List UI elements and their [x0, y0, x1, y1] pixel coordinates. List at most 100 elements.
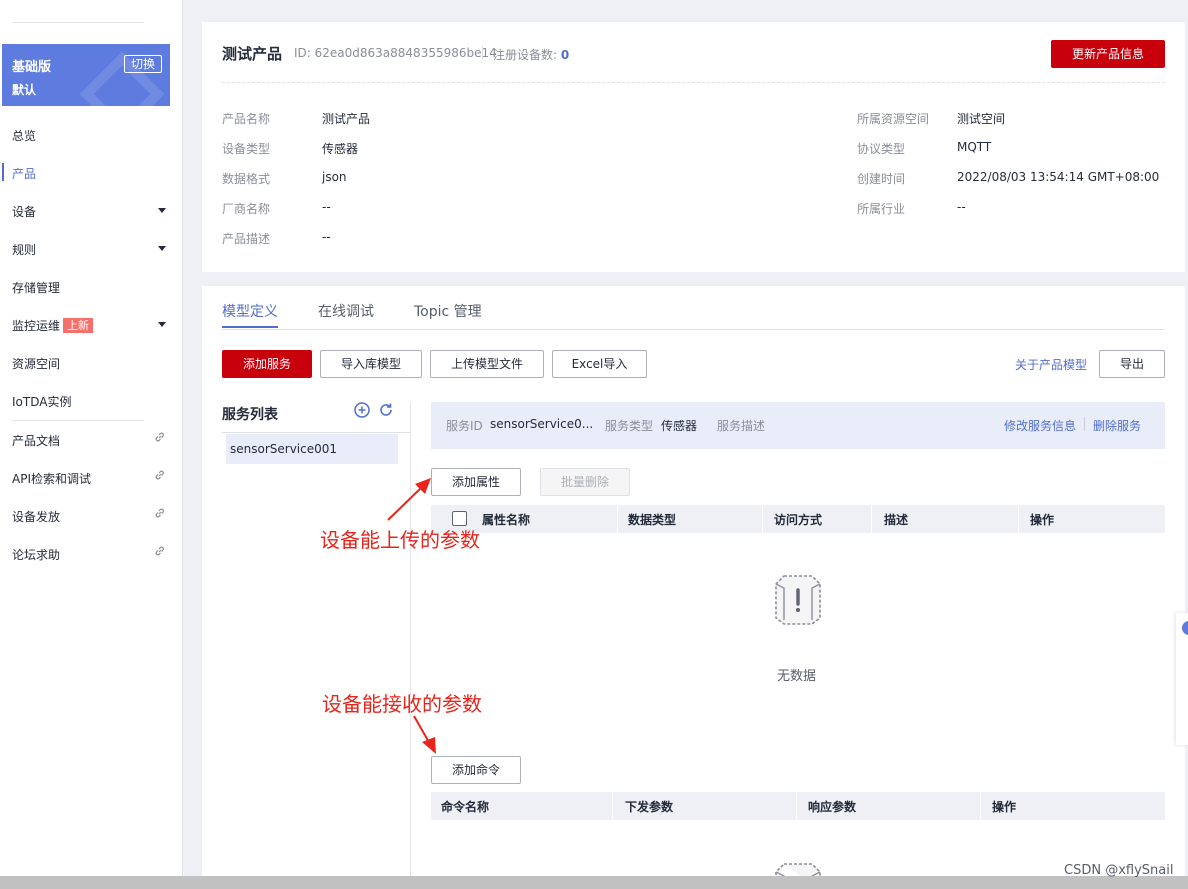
divider [796, 792, 797, 820]
sidebar-item-api[interactable]: API检索和调试 [0, 468, 183, 488]
sidebar-item-resource-space[interactable]: 资源空间 [0, 353, 183, 373]
column-header: 描述 [884, 513, 909, 527]
divider [1084, 417, 1085, 431]
info-label: 所属资源空间 [857, 112, 930, 126]
sidebar-item-iotda-instance[interactable]: IoTDA实例 [0, 391, 183, 411]
service-desc-label: 服务描述 [717, 419, 766, 433]
annotation-receive: 设备能接收的参数 [322, 692, 482, 716]
registered-devices: 注册设备数: 0 [493, 46, 569, 63]
info-value: 测试产品 [322, 112, 371, 126]
upload-model-file-button[interactable]: 上传模型文件 [430, 350, 544, 378]
sidebar-item-label: 设备 [12, 205, 37, 219]
sidebar-item-provisioning[interactable]: 设备发放 [0, 506, 183, 526]
tab-topic-management[interactable]: Topic 管理 [414, 301, 482, 321]
sidebar-item-storage[interactable]: 存储管理 [0, 277, 183, 297]
info-label: 创建时间 [857, 172, 906, 186]
service-info-bar: 服务ID sensorService0... 服务类型 传感器 服务描述 修改服… [431, 402, 1165, 449]
service-list-item[interactable]: sensorService001 [226, 434, 398, 464]
divider [617, 505, 618, 533]
sidebar-item-label: 论坛求助 [12, 548, 61, 562]
sidebar-item-label: 存储管理 [12, 281, 61, 295]
delete-service-link[interactable]: 删除服务 [1093, 417, 1141, 434]
column-header: 数据类型 [628, 513, 677, 527]
edition-subtitle: 默认 [12, 83, 37, 97]
info-label: 厂商名称 [222, 202, 271, 216]
edition-title: 基础版 [12, 60, 52, 75]
import-library-model-button[interactable]: 导入库模型 [320, 350, 422, 378]
divider [12, 22, 144, 23]
model-definition-card: 模型定义 在线调试 Topic 管理 添加服务 导入库模型 上传模型文件 Exc… [202, 286, 1185, 889]
info-value: 测试空间 [957, 112, 1006, 126]
product-id: ID: 62ea0d863a8848355986be14 [294, 46, 497, 60]
annotation-upload: 设备能上传的参数 [320, 528, 480, 552]
sidebar-item-label: 产品文档 [12, 434, 61, 448]
property-table-header: 属性名称 数据类型 访问方式 描述 操作 [431, 505, 1165, 533]
sidebar-item-label: IoTDA实例 [12, 395, 72, 409]
info-value: -- [322, 230, 331, 244]
sidebar-item-label: 规则 [12, 243, 37, 257]
info-label: 产品描述 [222, 232, 271, 246]
product-title: 测试产品 [222, 45, 283, 63]
info-value: -- [322, 200, 331, 214]
sidebar-item-label: API检索和调试 [12, 472, 91, 486]
add-circle-icon[interactable] [353, 401, 371, 419]
column-header: 属性名称 [482, 513, 531, 527]
assistant-icon [1182, 621, 1188, 635]
tab-online-debug[interactable]: 在线调试 [318, 301, 374, 321]
info-value: 传感器 [322, 142, 359, 156]
export-button[interactable]: 导出 [1099, 350, 1165, 378]
external-link-icon [155, 546, 164, 556]
sidebar-item-overview[interactable]: 总览 [0, 125, 183, 145]
floating-assistant-widget[interactable] [1176, 613, 1188, 745]
add-property-button[interactable]: 添加属性 [431, 468, 521, 496]
divider [762, 505, 763, 533]
command-table-header: 命令名称 下发参数 响应参数 操作 [431, 792, 1165, 820]
info-label: 所属行业 [857, 202, 906, 216]
sidebar: 基础版 默认 切换 总览 产品 设备 规则 存储管理 监控运维 上新 资源空间 I… [0, 0, 183, 889]
divider [222, 82, 1165, 83]
sidebar-item-monitoring[interactable]: 监控运维 上新 [0, 315, 183, 335]
switch-edition-button[interactable]: 切换 [124, 55, 162, 73]
add-service-button[interactable]: 添加服务 [222, 350, 312, 378]
column-header: 操作 [1030, 513, 1055, 527]
sidebar-item-forum[interactable]: 论坛求助 [0, 544, 183, 564]
new-badge: 上新 [63, 318, 94, 333]
divider [482, 46, 483, 60]
info-value: json [322, 170, 347, 184]
divider [612, 792, 613, 820]
horizontal-scrollbar[interactable] [0, 876, 1188, 889]
batch-delete-button[interactable]: 批量删除 [540, 468, 630, 496]
column-header: 命令名称 [441, 800, 490, 814]
edit-service-link[interactable]: 修改服务信息 [1004, 417, 1076, 434]
service-list-title: 服务列表 [222, 407, 278, 423]
divider [871, 505, 872, 533]
divider [980, 792, 981, 820]
active-tab-indicator [222, 326, 278, 328]
refresh-icon[interactable] [377, 401, 395, 419]
column-header: 访问方式 [774, 513, 823, 527]
watermark: CSDN @xflySnail [1064, 863, 1174, 878]
info-label: 产品名称 [222, 112, 271, 126]
info-label: 数据格式 [222, 172, 271, 186]
excel-import-button[interactable]: Excel导入 [552, 350, 647, 378]
tab-model-definition[interactable]: 模型定义 [222, 301, 278, 321]
about-product-model-link[interactable]: 关于产品模型 [1015, 356, 1087, 373]
external-link-icon [155, 470, 164, 480]
sidebar-item-product[interactable]: 产品 [0, 163, 183, 183]
divider [1018, 505, 1019, 533]
sidebar-item-label: 监控运维 [12, 319, 61, 333]
column-header: 下发参数 [625, 800, 674, 814]
sidebar-item-docs[interactable]: 产品文档 [0, 430, 183, 450]
service-type-value: 传感器 [661, 419, 698, 433]
service-id-label: 服务ID [446, 419, 483, 433]
chevron-down-icon [158, 322, 166, 327]
sidebar-item-device[interactable]: 设备 [0, 201, 183, 221]
chevron-down-icon [158, 246, 166, 251]
sidebar-item-label: 资源空间 [12, 357, 61, 371]
divider [222, 432, 410, 433]
column-header: 响应参数 [808, 800, 857, 814]
add-command-button[interactable]: 添加命令 [431, 756, 521, 784]
update-product-button[interactable]: 更新产品信息 [1051, 40, 1165, 68]
sidebar-item-rules[interactable]: 规则 [0, 239, 183, 259]
divider [222, 329, 1165, 330]
